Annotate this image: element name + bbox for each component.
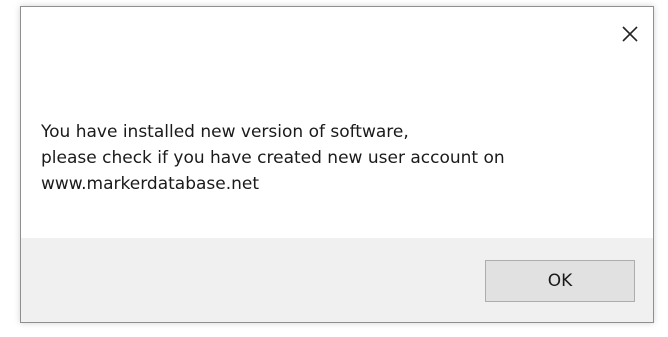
message-line: You have installed new version of softwa… (41, 122, 409, 142)
ok-button[interactable]: OK (485, 260, 635, 302)
dialog-message: You have installed new version of softwa… (41, 119, 633, 197)
close-button[interactable] (615, 21, 645, 51)
message-dialog: You have installed new version of softwa… (20, 6, 654, 323)
message-line: www.markerdatabase.net (41, 174, 260, 194)
message-line: please check if you have created new use… (41, 148, 505, 168)
dialog-footer: OK (21, 238, 653, 322)
close-icon (621, 25, 639, 47)
